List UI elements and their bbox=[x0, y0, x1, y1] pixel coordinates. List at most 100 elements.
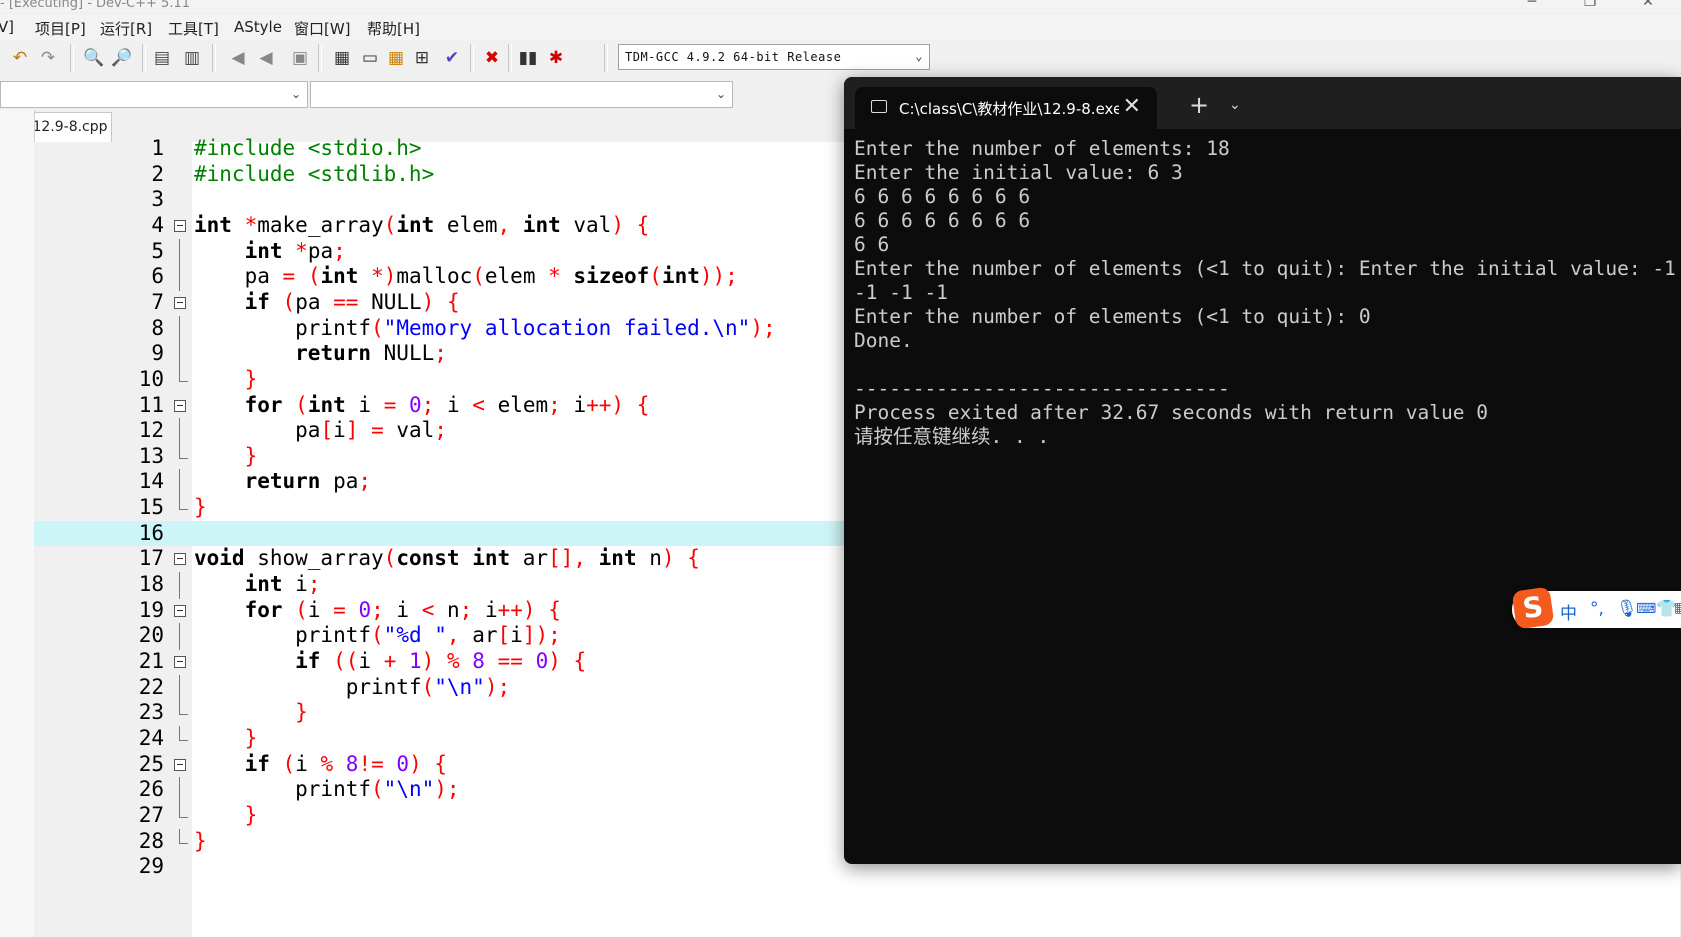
new-class-icon[interactable]: ▦ bbox=[330, 46, 354, 70]
mic-icon[interactable]: 🎙 bbox=[1616, 599, 1638, 619]
code-token: ar bbox=[510, 546, 549, 571]
code-token: i bbox=[510, 623, 523, 648]
code-token: NULL bbox=[358, 289, 422, 314]
fold-marker[interactable] bbox=[170, 546, 192, 573]
ime-punct[interactable]: °, bbox=[1590, 599, 1604, 619]
close-tab-icon[interactable]: ✕ bbox=[1123, 94, 1141, 119]
code-text: if ((i + 1) % 8 == 0) { bbox=[194, 649, 586, 675]
code-text: if (i % 8!= 0) { bbox=[194, 752, 447, 778]
member-combo[interactable]: ⌄ bbox=[310, 81, 733, 108]
code-token: i bbox=[434, 392, 473, 417]
comment-icon[interactable]: ▣ bbox=[288, 46, 312, 70]
replace-icon[interactable]: 🔎 bbox=[110, 46, 134, 70]
indent-icon[interactable]: ▤ bbox=[150, 46, 174, 70]
code-token: ( bbox=[421, 674, 435, 699]
code-token: == bbox=[497, 649, 523, 673]
code-token: ( bbox=[295, 597, 308, 622]
tile-icon[interactable]: ⊞ bbox=[410, 46, 434, 70]
toolbar-separator bbox=[142, 44, 146, 72]
ime-toolbar[interactable]: S 中 °, 🎙 ⌨ 👕 ▦ bbox=[1511, 586, 1681, 630]
unindent-icon[interactable]: ▥ bbox=[180, 46, 204, 70]
ime-mode[interactable]: 中 bbox=[1560, 599, 1577, 624]
fold-marker[interactable] bbox=[170, 393, 192, 420]
chevron-down-icon[interactable]: ⌄ bbox=[1229, 97, 1241, 113]
code-token: % bbox=[446, 649, 460, 673]
code-token: { bbox=[636, 212, 650, 237]
toolbar-separator bbox=[212, 44, 216, 72]
keyboard-icon[interactable]: ⌨ bbox=[1636, 601, 1656, 617]
line-number: 12 bbox=[138, 418, 164, 443]
code-token: val bbox=[383, 418, 435, 443]
debug-icon[interactable]: ✱ bbox=[544, 46, 568, 70]
close-button[interactable]: ✕ bbox=[1638, 0, 1658, 10]
fold-marker[interactable] bbox=[170, 649, 192, 676]
fold-marker[interactable] bbox=[170, 213, 192, 240]
code-text: } bbox=[194, 444, 258, 470]
fold-marker bbox=[170, 572, 192, 600]
new-tab-button[interactable]: + bbox=[1189, 91, 1209, 119]
fold-marker bbox=[170, 418, 192, 446]
bookmark-next-icon[interactable]: ◀ bbox=[254, 46, 278, 70]
line-number: 8 bbox=[151, 315, 164, 340]
code-text: for (int i = 0; i < elem; i++) { bbox=[194, 392, 650, 419]
menu-project[interactable]: 项目[P] bbox=[35, 18, 86, 39]
menu-run[interactable]: 运行[R] bbox=[100, 18, 152, 39]
project-options-icon[interactable]: ▦ bbox=[384, 46, 408, 70]
project-panel bbox=[0, 110, 35, 937]
abort-icon[interactable]: ✖ bbox=[480, 46, 504, 70]
line-number: 28 bbox=[138, 828, 164, 853]
minimize-button[interactable]: ─ bbox=[1522, 0, 1542, 10]
fold-marker[interactable] bbox=[170, 752, 192, 779]
compiler-select[interactable]: TDM-GCC 4.9.2 64-bit Release ⌄ bbox=[618, 44, 930, 70]
code-token: int bbox=[661, 264, 700, 289]
undo-icon[interactable]: ↶ bbox=[8, 46, 32, 70]
line-number: 17 bbox=[138, 546, 164, 571]
code-token: pa bbox=[307, 238, 334, 263]
menu-window[interactable]: 窗口[W] bbox=[294, 18, 351, 39]
new-window-icon[interactable]: ▭ bbox=[358, 46, 382, 70]
code-text: #include <stdio.h> bbox=[194, 136, 422, 162]
console-window[interactable]: C:\class\C\教材作业\12.9-8.exe ✕ + ⌄ Enter t… bbox=[844, 77, 1681, 864]
code-token: , bbox=[446, 623, 460, 648]
menu-astyle[interactable]: AStyle bbox=[234, 18, 282, 36]
menu-help[interactable]: 帮助[H] bbox=[367, 18, 420, 39]
find-icon[interactable]: 🔍 bbox=[82, 46, 106, 70]
toolbox-icon[interactable]: ▦ bbox=[1674, 600, 1681, 616]
code-token: { bbox=[636, 392, 650, 417]
toolbar-separator bbox=[508, 44, 512, 72]
code-token: { bbox=[573, 649, 587, 673]
console-tab[interactable]: C:\class\C\教材作业\12.9-8.exe ✕ bbox=[855, 87, 1157, 129]
sogou-logo[interactable]: S bbox=[1511, 586, 1555, 630]
bookmark-prev-icon[interactable]: ◀ bbox=[226, 46, 250, 70]
fold-marker[interactable] bbox=[170, 598, 192, 625]
code-token: i bbox=[295, 751, 321, 776]
profile-icon[interactable]: ▮▮ bbox=[516, 46, 540, 70]
code-token: int bbox=[244, 238, 283, 263]
maximize-button[interactable]: ❐ bbox=[1580, 0, 1600, 10]
redo-icon[interactable]: ↷ bbox=[36, 46, 60, 70]
code-token: ; bbox=[434, 341, 447, 366]
menu-tools[interactable]: 工具[T] bbox=[168, 18, 219, 39]
code-token: ( bbox=[282, 289, 296, 314]
menu-view[interactable]: [V] bbox=[0, 18, 14, 36]
code-token: ) bbox=[409, 751, 422, 776]
line-number: 5 bbox=[151, 238, 164, 263]
code-token: i bbox=[282, 572, 308, 597]
code-token: 8 bbox=[472, 649, 485, 673]
code-token: if bbox=[295, 649, 321, 673]
check-icon[interactable]: ✔ bbox=[440, 46, 464, 70]
code-token: *) bbox=[371, 264, 397, 289]
code-token: { bbox=[434, 751, 448, 776]
class-combo[interactable]: ⌄ bbox=[0, 81, 308, 108]
fold-marker bbox=[170, 777, 192, 805]
fold-marker[interactable] bbox=[170, 290, 192, 317]
